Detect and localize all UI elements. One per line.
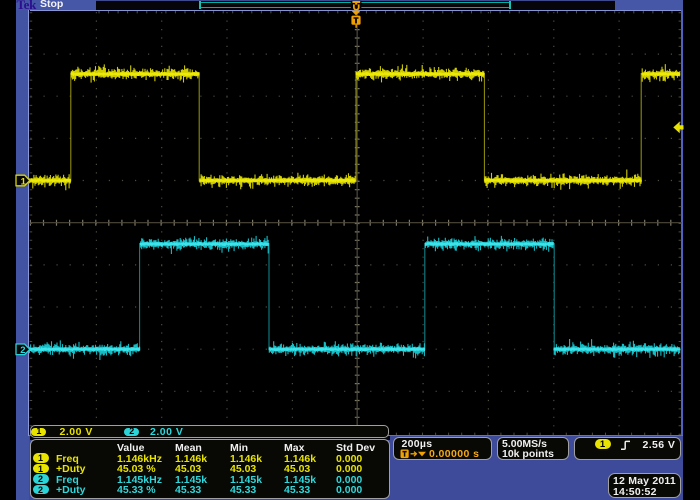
svg-text:2: 2: [20, 345, 25, 356]
svg-text:1: 1: [21, 176, 27, 187]
